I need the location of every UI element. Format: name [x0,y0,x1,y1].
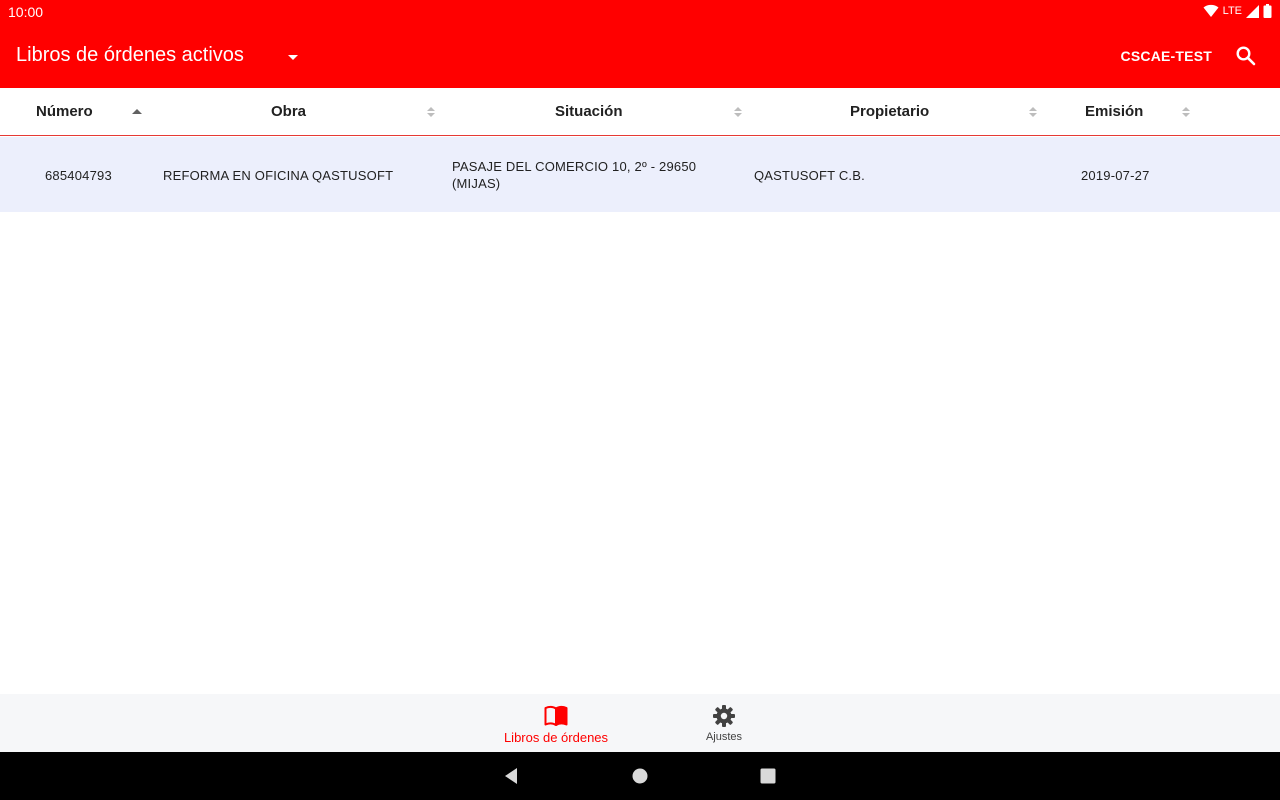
column-header-numero[interactable]: Número [0,88,150,136]
column-label: Propietario [850,103,930,120]
cell-situacion-line1: PASAJE DEL COMERCIO 10, 2º - 29650 [452,159,697,174]
cell-situacion: PASAJE DEL COMERCIO 10, 2º - 29650 (MIJA… [452,158,742,192]
cell-situacion-line2: (MIJAS) [452,176,501,191]
column-header-emision[interactable]: Emisión [1050,88,1200,136]
wifi-icon [1203,4,1219,17]
sort-icon [427,107,435,117]
column-label: Número [36,103,93,120]
nav-item-ajustes[interactable]: Ajustes [649,694,799,752]
status-icons: LTE [1203,4,1272,18]
column-header-obra[interactable]: Obra [150,88,445,136]
search-icon[interactable] [1234,44,1258,68]
column-label: Obra [271,103,307,120]
bottom-navigation: Libros de órdenes Ajustes [0,694,1280,752]
gear-icon [713,705,735,727]
column-header-situacion[interactable]: Situación [445,88,750,136]
battery-icon [1263,4,1272,18]
sort-icon [734,107,742,117]
signal-icon [1246,4,1259,18]
column-label: Emisión [1085,103,1144,120]
page-title: Libros de órdenes activos [16,44,244,66]
status-bar: 10:00 LTE [0,0,1280,24]
nav-item-libros[interactable]: Libros de órdenes [481,694,631,752]
column-header-propietario[interactable]: Propietario [750,88,1050,136]
table-header: Número Obra Situación Propietario Emisió… [0,88,1280,136]
cell-obra: REFORMA EN OFICINA QASTUSOFT [163,168,394,183]
recents-icon[interactable] [758,766,778,786]
sort-icon [1182,107,1190,117]
column-label: Situación [555,103,623,120]
home-icon[interactable] [630,766,650,786]
sort-icon [1029,107,1037,117]
sort-ascending-icon [132,109,142,114]
system-navigation-bar [0,752,1280,800]
account-selector[interactable]: CSCAE-TEST [1121,48,1212,64]
table-row[interactable]: 685404793 REFORMA EN OFICINA QASTUSOFT P… [0,137,1280,212]
app-bar: Libros de órdenes activos CSCAE-TEST [0,24,1280,88]
nav-label: Libros de órdenes [503,730,609,745]
cell-emision: 2019-07-27 [1081,168,1150,183]
nav-label: Ajustes [705,731,743,743]
back-icon[interactable] [502,766,522,786]
cell-numero: 685404793 [45,168,112,183]
status-time: 10:00 [8,4,44,20]
book-icon [544,705,568,726]
cell-propietario: QASTUSOFT C.B. [754,168,865,183]
network-type-label: LTE [1222,5,1242,17]
dropdown-arrow-icon[interactable] [284,48,302,66]
app-screen: 10:00 LTE Libros de órdenes activos CSCA… [0,0,1280,800]
